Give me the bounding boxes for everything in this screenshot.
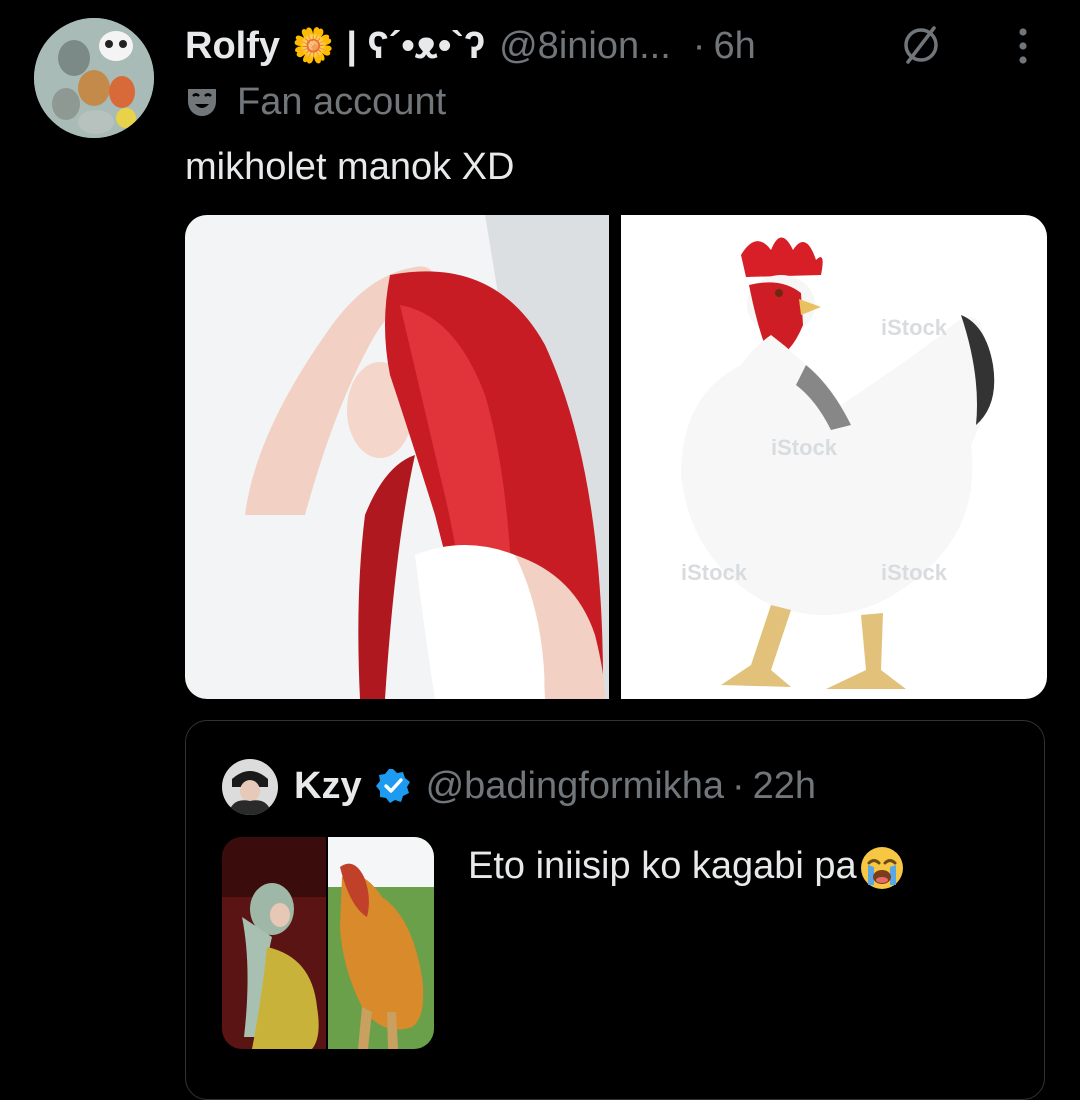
quote-media-thumbnail[interactable] — [222, 837, 434, 1049]
author-handle[interactable]: @8inion... — [499, 25, 671, 68]
mask-icon — [188, 89, 216, 116]
quote-author-name[interactable]: Kzy — [294, 765, 362, 808]
watermark-2: iStock — [771, 435, 838, 460]
watermark-4: iStock — [681, 560, 748, 585]
photo-white-chicken[interactable]: iStock iStock iStock iStock — [621, 215, 1047, 699]
quote-header: Kzy @badingformikha · 22h — [294, 761, 816, 811]
quote-author-handle[interactable]: @badingformikha — [426, 765, 724, 808]
time-separator: · — [692, 24, 706, 67]
author-avatar[interactable] — [34, 18, 154, 138]
photo-red-hair-woman[interactable] — [185, 215, 609, 699]
quoted-tweet[interactable]: Kzy @badingformikha · 22h Eto iniisip ko… — [185, 720, 1045, 1100]
post-time[interactable]: 6h — [713, 25, 755, 68]
loudly-crying-face-emoji — [860, 847, 903, 889]
author-kaomoji[interactable]: | ʕ´•ᴥ•`ʔ — [346, 25, 485, 68]
watermark-1: iStock — [881, 315, 948, 340]
quote-text-content: Eto iniisip ko kagabi pa — [468, 845, 857, 888]
quote-post-time[interactable]: 22h — [753, 765, 816, 808]
account-label-text: Fan account — [237, 80, 447, 123]
no-entry-icon[interactable] — [898, 22, 944, 68]
watermark-3: iStock — [881, 560, 948, 585]
more-vertical-icon[interactable] — [1008, 26, 1038, 66]
verified-badge-icon — [375, 769, 410, 803]
quote-time-separator: · — [731, 764, 745, 807]
quote-author-avatar[interactable] — [222, 759, 278, 815]
account-label[interactable]: Fan account — [185, 78, 446, 126]
tweet-text: mikholet manok XD — [185, 146, 515, 188]
media-grid: iStock iStock iStock iStock — [185, 215, 1047, 699]
author-header: Rolfy 🌼 | ʕ´•ᴥ•`ʔ @8inion... · 6h — [185, 22, 756, 70]
quote-text: Eto iniisip ko kagabi pa — [468, 845, 905, 891]
author-name[interactable]: Rolfy — [185, 25, 280, 68]
flower-emoji: 🌼 — [292, 27, 335, 65]
